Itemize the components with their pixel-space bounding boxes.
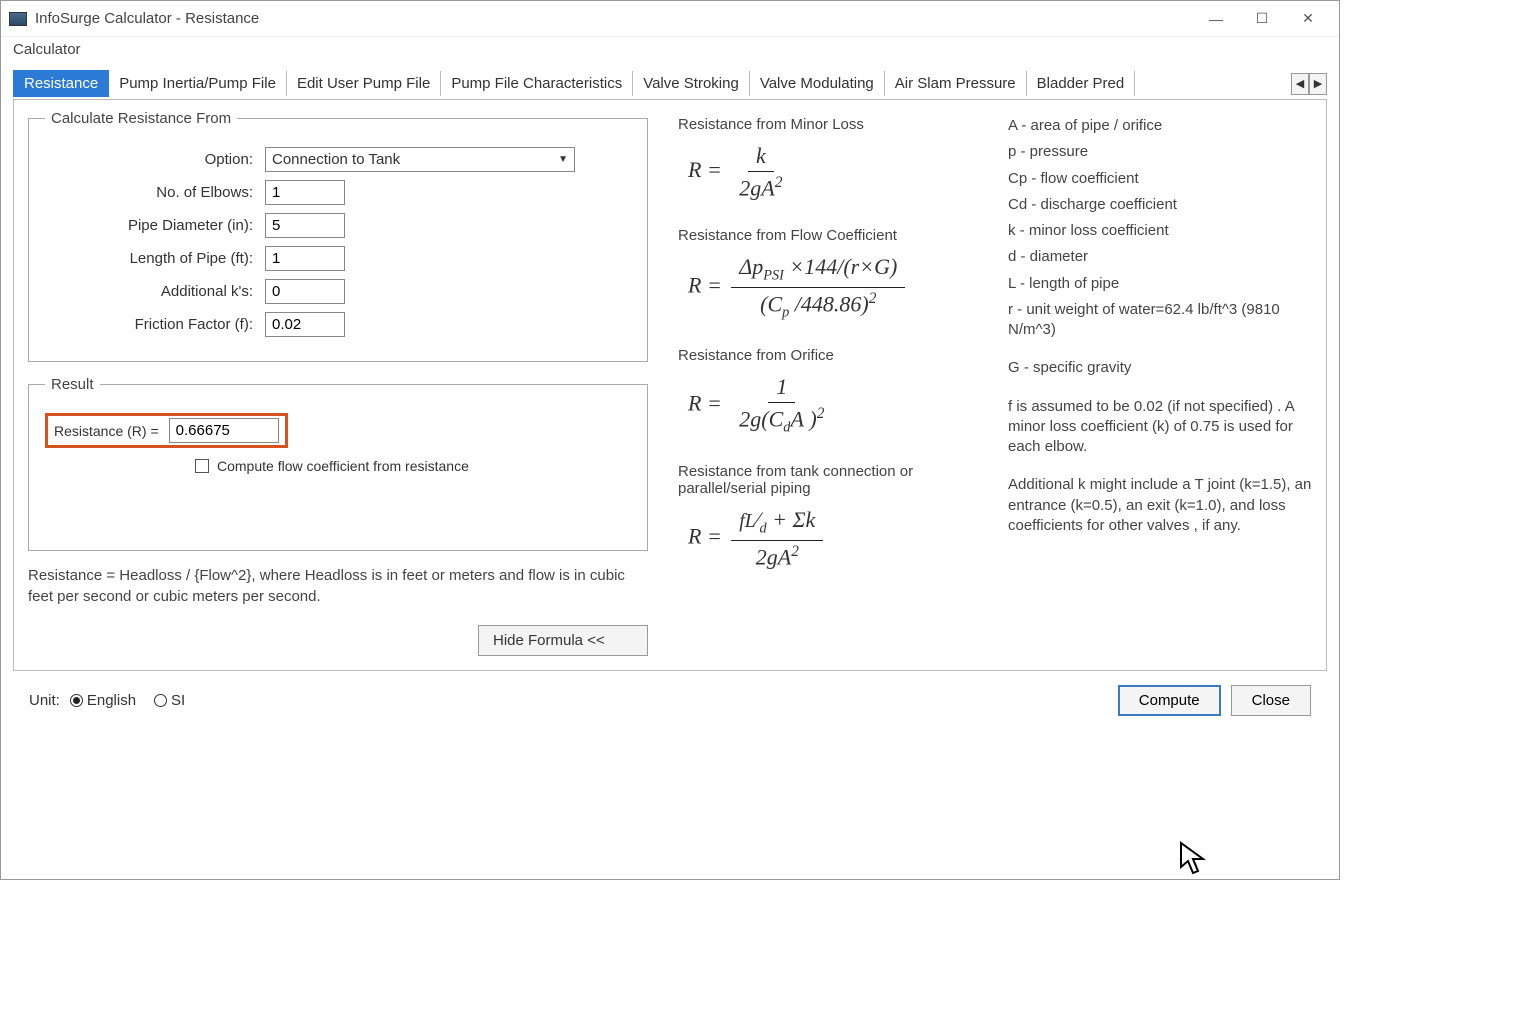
glossary-line: L - length of pipe [1008,274,1312,294]
close-window-button[interactable]: ✕ [1285,4,1331,34]
tab-resistance[interactable]: Resistance [13,70,109,97]
compute-flow-coeff-checkbox[interactable] [195,459,209,473]
app-icon [9,12,27,26]
elbows-label: No. of Elbows: [45,184,265,201]
unit-si-radio[interactable] [154,694,167,707]
elbows-input[interactable] [265,180,345,205]
close-button[interactable]: Close [1231,685,1311,716]
tab-scroll-right[interactable]: ▶ [1309,73,1327,95]
glossary-line: Additional k might include a T joint (k=… [1008,475,1312,536]
pipe-length-input[interactable] [265,246,345,271]
formula-minor-loss-label: Resistance from Minor Loss [678,116,978,133]
glossary-line: f is assumed to be 0.02 (if not specifie… [1008,397,1312,458]
cursor-icon [1179,841,1207,875]
result-highlight: Resistance (R) = [45,413,288,448]
tab-pump-inertia[interactable]: Pump Inertia/Pump File [109,71,287,96]
friction-factor-input[interactable] [265,312,345,337]
glossary-line: k - minor loss coefficient [1008,221,1312,241]
formula-column: Resistance from Minor Loss R = k2gA2 Res… [678,110,978,656]
glossary-line: A - area of pipe / orifice [1008,116,1312,136]
formula-tank-label: Resistance from tank connection or paral… [678,463,978,497]
glossary-line: p - pressure [1008,142,1312,162]
titlebar: InfoSurge Calculator - Resistance — ☐ ✕ [1,1,1339,37]
formula-minor-loss: R = k2gA2 [678,137,804,207]
hide-formula-button[interactable]: Hide Formula << [478,625,648,656]
pipe-diameter-label: Pipe Diameter (in): [45,217,265,234]
formula-flow-coeff-label: Resistance from Flow Coefficient [678,227,978,244]
glossary-line: G - specific gravity [1008,358,1312,378]
friction-factor-label: Friction Factor (f): [45,316,265,333]
glossary-line: d - diameter [1008,247,1312,267]
compute-button[interactable]: Compute [1118,685,1221,716]
tab-panel: Calculate Resistance From Option: Connec… [13,99,1327,671]
calc-from-legend: Calculate Resistance From [45,110,237,127]
window-title: InfoSurge Calculator - Resistance [35,10,1193,27]
result-legend: Result [45,376,100,393]
tab-strip: Resistance Pump Inertia/Pump File Edit U… [13,70,1327,97]
tab-air-slam-pressure[interactable]: Air Slam Pressure [885,71,1027,96]
unit-label: Unit: [29,692,60,709]
calc-from-fieldset: Calculate Resistance From Option: Connec… [28,110,648,362]
option-value: Connection to Tank [272,151,400,168]
additional-k-input[interactable] [265,279,345,304]
result-label: Resistance (R) = [54,423,159,439]
option-label: Option: [45,151,265,168]
formula-orifice: R = 12g(CdA )2 [678,368,846,443]
tab-scroll-left[interactable]: ◀ [1291,73,1309,95]
maximize-button[interactable]: ☐ [1239,4,1285,34]
chevron-down-icon: ▼ [558,154,568,165]
result-fieldset: Result Resistance (R) = Compute flow coe… [28,376,648,551]
unit-english-radio[interactable] [70,694,83,707]
formula-tank: R = fL⁄d + Σk 2gA2 [678,501,837,576]
additional-k-label: Additional k's: [45,283,265,300]
glossary-column: A - area of pipe / orifice p - pressure … [1008,110,1312,656]
bottom-bar: Unit: English SI Compute Close [13,671,1327,730]
tab-pump-file-characteristics[interactable]: Pump File Characteristics [441,71,633,96]
compute-flow-coeff-label: Compute flow coefficient from resistance [217,458,469,474]
minimize-button[interactable]: — [1193,4,1239,34]
unit-english-label[interactable]: English [87,692,136,709]
formula-orifice-label: Resistance from Orifice [678,347,978,364]
menubar: Calculator [1,37,1339,62]
pipe-length-label: Length of Pipe (ft): [45,250,265,267]
tab-valve-stroking[interactable]: Valve Stroking [633,71,750,96]
menu-calculator[interactable]: Calculator [13,41,81,58]
formula-flow-coeff: R = ΔpPSI ×144/(r×G) (Cp /448.86)2 [678,248,919,327]
glossary-line: r - unit weight of water=62.4 lb/ft^3 (9… [1008,300,1312,341]
unit-si-label[interactable]: SI [171,692,185,709]
pipe-diameter-input[interactable] [265,213,345,238]
option-combobox[interactable]: Connection to Tank ▼ [265,147,575,172]
tab-edit-user-pump-file[interactable]: Edit User Pump File [287,71,441,96]
resistance-note: Resistance = Headloss / {Flow^2}, where … [28,565,628,607]
tab-bladder-pred[interactable]: Bladder Pred [1027,71,1136,96]
tab-valve-modulating[interactable]: Valve Modulating [750,71,885,96]
glossary-line: Cp - flow coefficient [1008,169,1312,189]
resistance-output[interactable] [169,418,279,443]
glossary-line: Cd - discharge coefficient [1008,195,1312,215]
